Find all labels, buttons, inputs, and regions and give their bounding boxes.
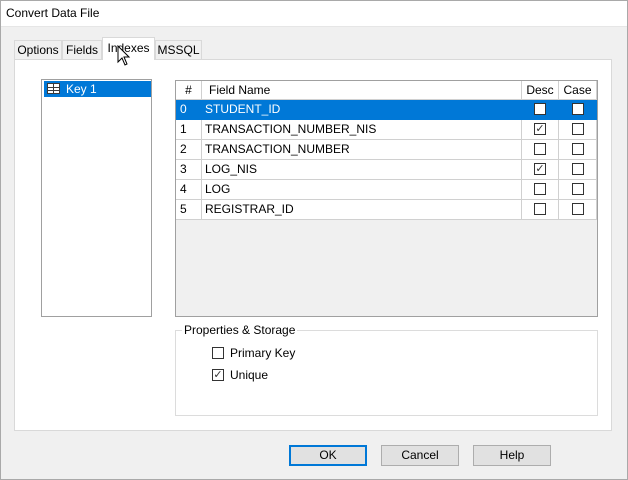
row-number: 5: [176, 200, 202, 220]
window-title: Convert Data File: [6, 6, 100, 20]
desc-cell: [522, 200, 559, 220]
row-number: 2: [176, 140, 202, 160]
properties-storage-legend: Properties & Storage: [182, 323, 298, 337]
table-row[interactable]: 1 TRANSACTION_NUMBER_NIS ✓: [176, 120, 597, 140]
field-name-cell[interactable]: STUDENT_ID: [202, 100, 522, 120]
field-name-cell[interactable]: LOG_NIS: [202, 160, 522, 180]
index-fields-grid[interactable]: # Field Name Desc Case 0 STUDENT_ID 1 TRANS…: [175, 80, 598, 317]
key-label: Key 1: [66, 82, 97, 96]
unique-label: Unique: [230, 368, 269, 382]
tab-mssql[interactable]: MSSQL: [155, 40, 202, 59]
desc-cell: [522, 100, 559, 120]
primary-key-label: Primary Key: [230, 346, 296, 360]
case-checkbox[interactable]: [571, 142, 584, 155]
case-cell: [559, 200, 597, 220]
tab-fields-label: Fields: [65, 43, 98, 57]
field-name-cell[interactable]: LOG: [202, 180, 522, 200]
desc-checkbox[interactable]: [534, 102, 546, 115]
case-cell: [559, 140, 597, 160]
case-cell: [559, 120, 597, 140]
title-bar: Convert Data File: [0, 0, 628, 27]
field-name-cell[interactable]: TRANSACTION_NUMBER: [202, 140, 522, 160]
table-row[interactable]: 3 LOG_NIS ✓: [176, 160, 597, 180]
primary-key-option[interactable]: Primary Key: [212, 345, 295, 361]
field-name-cell[interactable]: REGISTRAR_ID: [202, 200, 522, 220]
tab-options[interactable]: Options: [14, 40, 62, 59]
case-checkbox[interactable]: [571, 182, 584, 195]
case-checkbox[interactable]: [571, 122, 584, 135]
column-header-desc[interactable]: Desc: [522, 81, 559, 100]
indexes-panel: Key 1 # Field Name Desc Case 0 STUDENT_ID…: [14, 59, 612, 431]
case-checkbox[interactable]: [571, 202, 584, 215]
table-icon: [47, 83, 60, 94]
desc-checkbox[interactable]: [534, 182, 546, 195]
desc-checkbox[interactable]: [534, 142, 546, 155]
table-row[interactable]: 4 LOG: [176, 180, 597, 200]
desc-cell: ✓: [522, 160, 559, 180]
properties-storage-group: Properties & Storage Primary Key ✓ Unique: [175, 323, 598, 416]
unique-checkbox[interactable]: ✓: [212, 368, 224, 381]
table-row[interactable]: 2 TRANSACTION_NUMBER: [176, 140, 597, 160]
case-checkbox[interactable]: [571, 102, 584, 115]
primary-key-checkbox[interactable]: [212, 346, 224, 359]
row-number: 1: [176, 120, 202, 140]
row-number: 0: [176, 100, 202, 120]
table-row[interactable]: 5 REGISTRAR_ID: [176, 200, 597, 220]
table-row[interactable]: 0 STUDENT_ID: [176, 100, 597, 120]
grid-header: # Field Name Desc Case: [176, 81, 597, 101]
keys-list[interactable]: Key 1: [41, 79, 152, 317]
tab-mssql-label: MSSQL: [157, 43, 200, 57]
desc-checkbox[interactable]: [534, 202, 546, 215]
case-cell: [559, 180, 597, 200]
desc-checkbox[interactable]: ✓: [534, 122, 546, 135]
ok-button[interactable]: OK: [289, 445, 367, 466]
help-button[interactable]: Help: [473, 445, 551, 466]
column-header-field-name[interactable]: Field Name: [202, 81, 522, 100]
tab-fields[interactable]: Fields: [62, 40, 102, 59]
row-number: 3: [176, 160, 202, 180]
tab-options-label: Options: [17, 43, 59, 57]
field-name-cell[interactable]: TRANSACTION_NUMBER_NIS: [202, 120, 522, 140]
desc-cell: ✓: [522, 120, 559, 140]
desc-cell: [522, 140, 559, 160]
unique-option[interactable]: ✓ Unique: [212, 367, 268, 383]
column-header-number[interactable]: #: [176, 81, 202, 100]
case-checkbox[interactable]: [571, 162, 584, 175]
row-number: 4: [176, 180, 202, 200]
case-cell: [559, 160, 597, 180]
column-header-case[interactable]: Case: [559, 81, 597, 100]
desc-checkbox[interactable]: ✓: [534, 162, 546, 175]
mouse-cursor-icon: [117, 45, 131, 66]
case-cell: [559, 100, 597, 120]
key-list-item[interactable]: Key 1: [44, 81, 151, 97]
desc-cell: [522, 180, 559, 200]
cancel-button[interactable]: Cancel: [381, 445, 459, 466]
